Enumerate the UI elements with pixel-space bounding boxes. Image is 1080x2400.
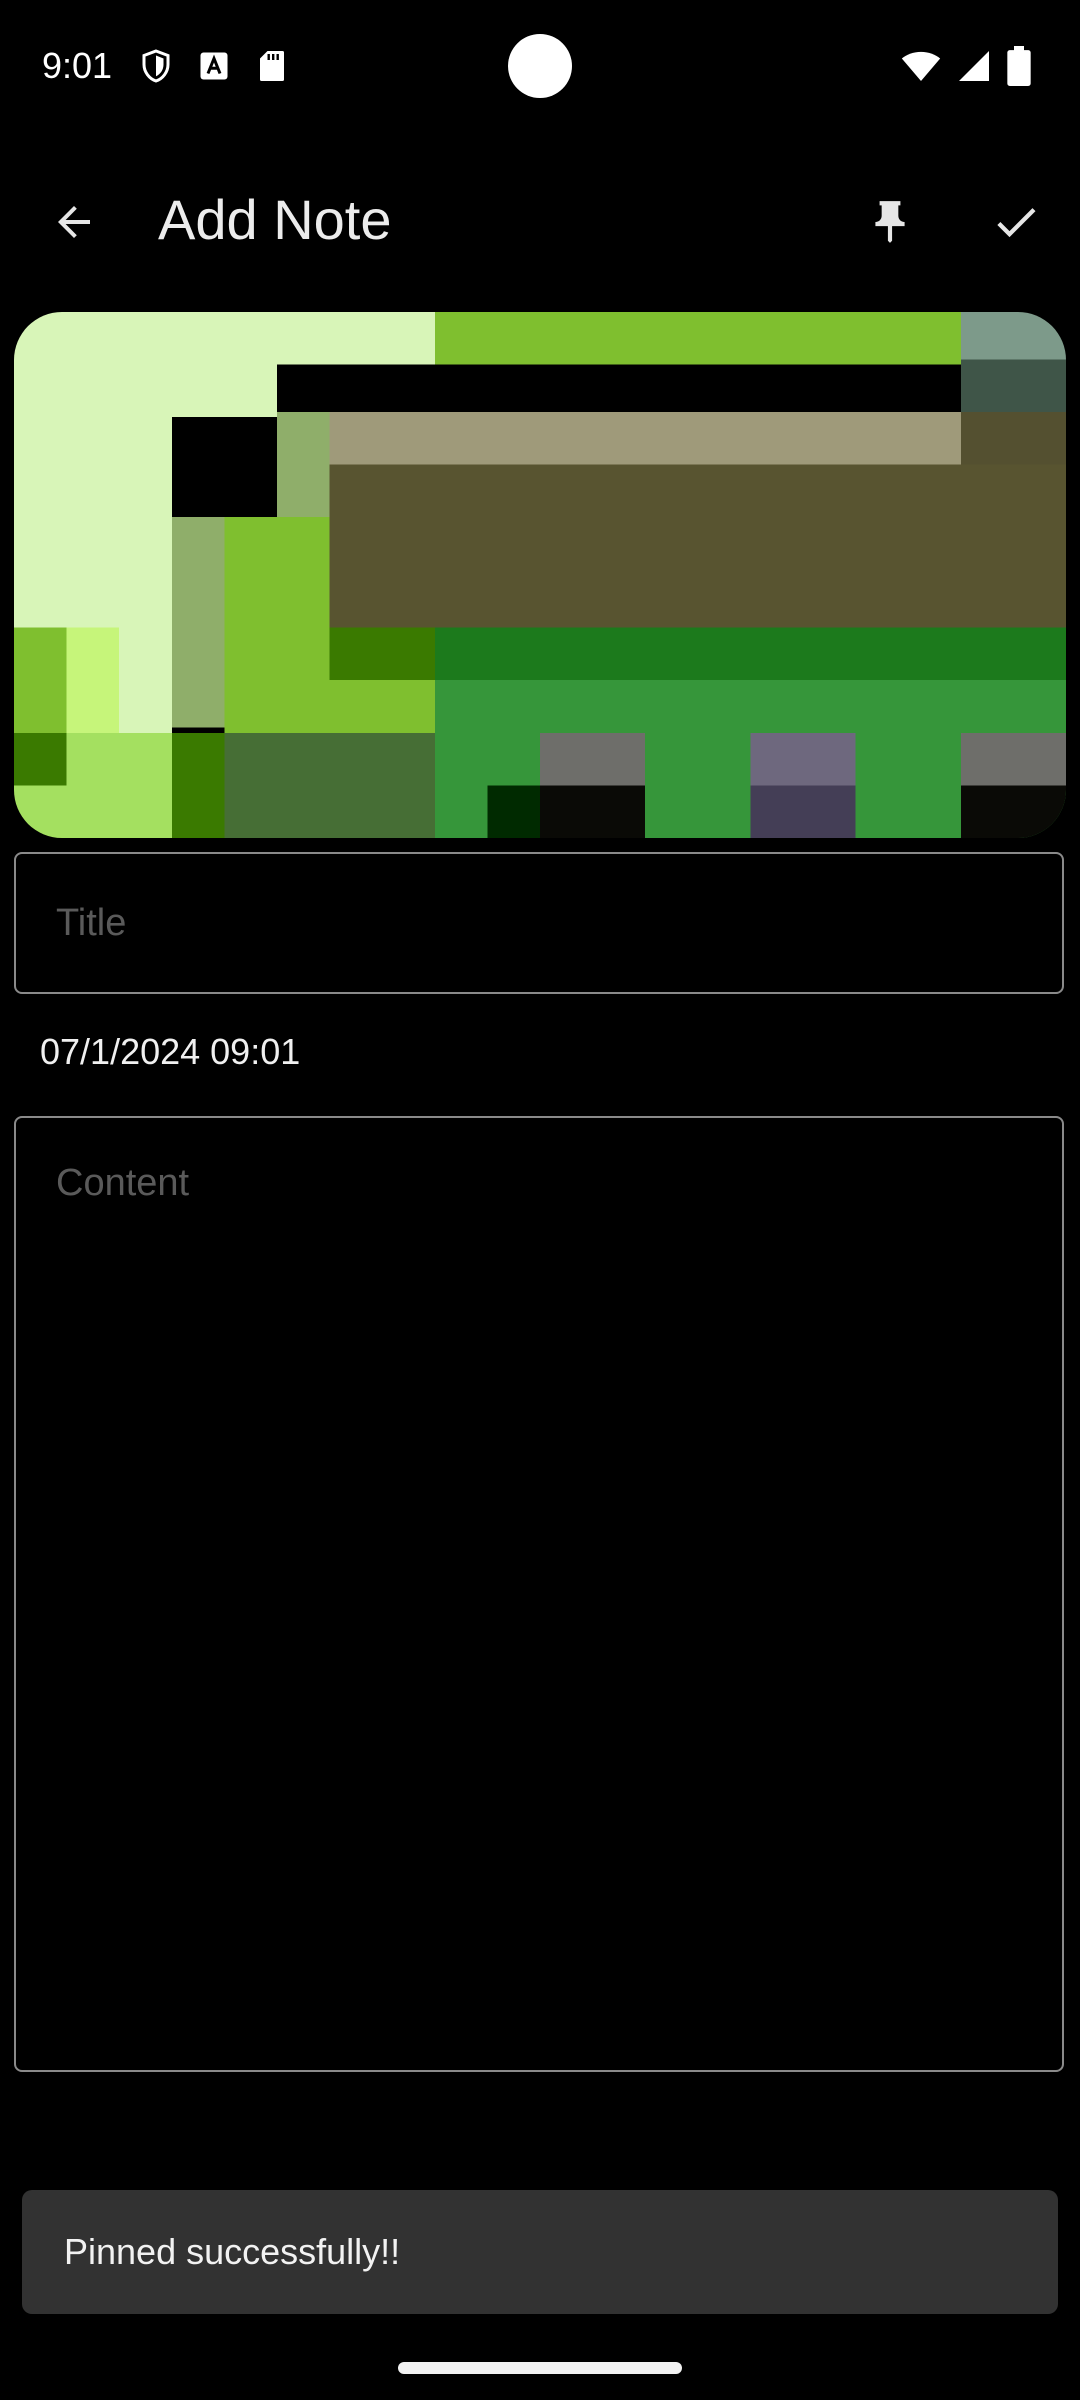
add-note-screen: 9:01 Add Note Title 07/1/2024 09:01 Cont…: [0, 0, 1080, 2400]
pin-icon: [875, 201, 905, 243]
sd-card-icon: [260, 51, 284, 81]
snackbar: Pinned successfully!!: [22, 2190, 1058, 2314]
pin-button[interactable]: [850, 182, 930, 262]
status-time: 9:01: [42, 45, 113, 86]
save-button[interactable]: [976, 182, 1056, 262]
font-icon: [200, 52, 228, 80]
status-icons-left: [138, 46, 290, 86]
note-date: 07/1/2024 09:01: [40, 1031, 301, 1072]
wifi-icon: [901, 51, 941, 81]
snackbar-message: Pinned successfully!!: [64, 2231, 401, 2272]
back-button[interactable]: [34, 182, 114, 262]
note-image[interactable]: [14, 312, 1066, 838]
status-bar: 9:01: [0, 0, 1080, 130]
home-gesture-handle[interactable]: [398, 2362, 682, 2374]
check-icon: [997, 208, 1036, 238]
battery-icon: [1007, 46, 1031, 86]
page-title: Add Note: [158, 188, 392, 251]
status-icons-right: [900, 46, 1032, 86]
arrow-back-icon: [58, 206, 90, 238]
camera-cutout: [508, 34, 572, 98]
shield-icon: [142, 49, 170, 83]
title-input[interactable]: [14, 852, 1064, 994]
content-input[interactable]: [14, 1116, 1064, 2072]
signal-icon: [959, 51, 989, 81]
app-bar: Add Note: [0, 160, 1080, 280]
note-image-pixels: [14, 312, 1066, 838]
